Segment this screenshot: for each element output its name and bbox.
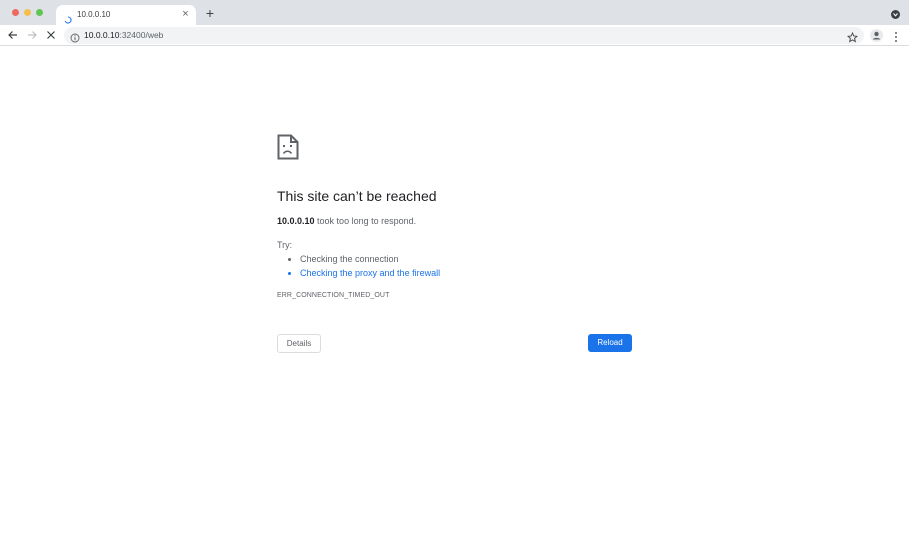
browser-tab[interactable]: 10.0.0.10 ×	[56, 5, 196, 25]
try-label: Try:	[277, 240, 293, 250]
spinner-icon	[64, 11, 72, 24]
profile-menu-icon[interactable]	[891, 10, 900, 19]
window-minimize-button[interactable]	[24, 9, 31, 16]
close-icon[interactable]: ×	[180, 9, 191, 20]
forward-arrow-icon[interactable]	[26, 29, 38, 41]
star-icon[interactable]	[846, 30, 859, 43]
address-bar[interactable]: 10.0.0.10:32400/web	[64, 27, 864, 44]
suggestion-list: Checking the connection Checking the pro…	[290, 254, 440, 282]
kebab-menu-icon[interactable]	[893, 30, 899, 42]
details-button[interactable]: Details	[277, 334, 321, 353]
url-text[interactable]: 10.0.0.10:32400/web	[84, 30, 163, 40]
back-arrow-icon[interactable]	[7, 29, 19, 41]
stop-loading-icon[interactable]	[45, 29, 57, 41]
error-host: 10.0.0.10	[277, 216, 315, 226]
url-host: 10.0.0.10	[84, 30, 120, 40]
error-message: took too long to respond.	[314, 216, 417, 226]
tab-strip: 10.0.0.10 × +	[0, 0, 909, 25]
error-code: ERR_CONNECTION_TIMED_OUT	[277, 292, 390, 299]
error-description: 10.0.0.10 took too long to respond.	[277, 216, 416, 226]
suggestion-check-connection: Checking the connection	[300, 254, 440, 268]
error-heading: This site can’t be reached	[277, 188, 437, 204]
window-maximize-button[interactable]	[36, 9, 43, 16]
window-close-button[interactable]	[12, 9, 19, 16]
suggestion-check-proxy-link[interactable]: Checking the proxy and the firewall	[300, 268, 440, 282]
info-icon[interactable]	[70, 30, 80, 43]
account-icon[interactable]	[870, 29, 883, 42]
reload-button[interactable]: Reload	[588, 334, 632, 352]
plus-icon[interactable]: +	[204, 6, 216, 20]
url-path: :32400/web	[119, 30, 164, 40]
browser-toolbar: 10.0.0.10:32400/web	[0, 25, 909, 46]
sad-document-icon	[277, 134, 299, 160]
tab-title: 10.0.0.10	[77, 10, 111, 19]
